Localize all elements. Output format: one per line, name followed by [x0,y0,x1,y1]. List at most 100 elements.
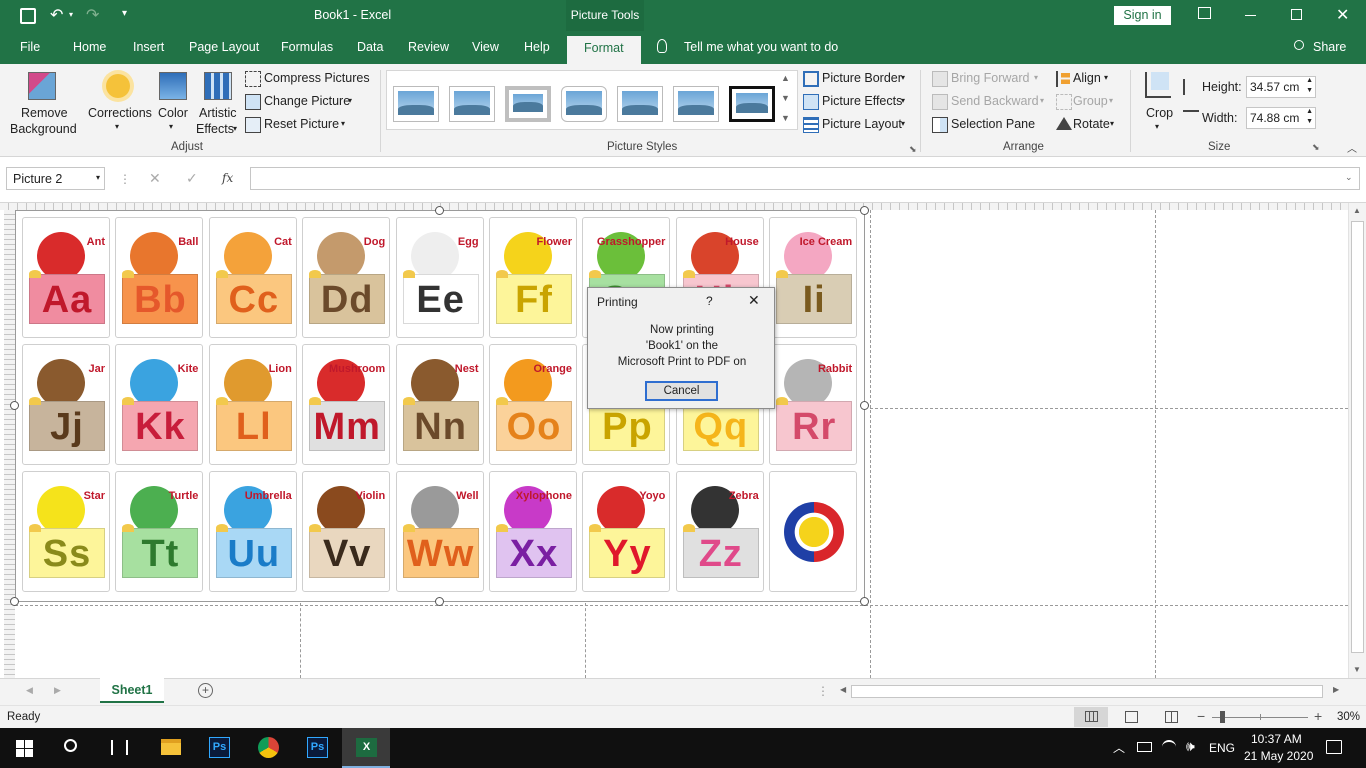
tab-format[interactable]: Format [567,36,641,65]
add-sheet-icon[interactable]: + [198,683,213,698]
task-view-icon[interactable] [111,740,128,755]
align-button[interactable]: Align ▾ [1056,70,1118,88]
size-launcher-icon[interactable]: ⬊ [1312,142,1320,153]
gallery-scroll-up-icon[interactable]: ▲ [781,73,790,83]
bring-forward-button[interactable]: Bring Forward ▾ [932,70,1047,88]
lightbulb-icon[interactable] [657,39,667,53]
name-box[interactable]: Picture 2 ▾ [6,167,105,190]
undo-dropdown-icon[interactable]: ▾ [69,10,73,19]
tab-split-handle[interactable]: ⋮ [817,684,829,698]
normal-view-button[interactable] [1074,707,1108,727]
picture-style-2[interactable] [449,86,495,122]
height-input[interactable]: 34.57 cm ▲ ▼ [1246,76,1316,98]
picture-style-4[interactable] [561,86,607,122]
search-icon[interactable] [64,739,77,752]
zoom-slider-thumb[interactable] [1220,711,1225,723]
restore-icon[interactable] [1291,9,1302,20]
change-picture-button[interactable]: Change Picture ▾ [245,93,373,111]
ribbon-display-icon[interactable] [1198,7,1211,19]
page-layout-view-icon[interactable] [1125,711,1138,723]
gallery-more-icon[interactable]: ▼ [781,113,790,123]
enter-entry-icon[interactable]: ✓ [186,170,198,187]
horizontal-scrollbar[interactable]: ◀ ▶ [836,684,1346,699]
redo-icon[interactable]: ↷ [86,5,99,25]
send-backward-button[interactable]: Send Backward ▾ [932,93,1047,111]
tab-view[interactable]: View [472,40,499,54]
photoshop-icon[interactable]: Ps [209,737,230,758]
worksheet-area[interactable]: Ant Aa Ball Bb Cat Cc Dog Dd Egg Ee Flower Ff Grassh… [0,203,1366,678]
sheet-tab-sheet1[interactable]: Sheet1 [100,678,164,703]
picture-layout-button[interactable]: Picture Layout ▾ [803,116,913,134]
share-icon[interactable] [1294,40,1304,50]
sheet-next-icon[interactable]: ▶ [54,685,61,696]
picture-style-1[interactable] [393,86,439,122]
resize-handle[interactable] [10,401,19,410]
dialog-help-button[interactable]: ? [706,294,713,308]
height-spin-down-icon[interactable]: ▼ [1306,87,1313,94]
corrections-button[interactable]: Corrections ▾ [86,68,152,140]
notifications-icon[interactable] [1326,740,1342,754]
width-spin-down-icon[interactable]: ▼ [1306,118,1313,125]
collapse-ribbon-icon[interactable]: ︿ [1347,140,1357,155]
zoom-level[interactable]: 30% [1337,711,1360,723]
rotate-button[interactable]: Rotate ▾ [1056,116,1118,134]
formula-input[interactable] [250,167,1360,190]
dialog-close-icon[interactable]: ✕ [748,292,760,309]
resize-handle[interactable] [860,597,869,606]
expand-formula-icon[interactable]: ⌄ [1345,172,1353,183]
file-explorer-icon[interactable] [161,739,181,755]
tab-insert[interactable]: Insert [133,40,164,54]
vertical-scrollbar[interactable]: ▲ ▼ [1348,203,1366,678]
resize-handle[interactable] [10,597,19,606]
artistic-effects-button[interactable]: Artistic Effects ▾ [195,68,241,140]
picture-styles-launcher-icon[interactable]: ⬊ [909,144,917,155]
insert-function-icon[interactable]: fx [222,171,233,185]
vertical-scroll-thumb[interactable] [1351,221,1364,653]
scroll-left-icon[interactable]: ◀ [840,685,846,694]
chrome-icon[interactable] [258,737,279,758]
clock-date[interactable]: 21 May 2020 [1244,749,1313,763]
height-spin-up-icon[interactable]: ▲ [1306,77,1313,84]
formula-more-icon[interactable]: ⋮ [119,172,131,186]
resize-handle[interactable] [860,401,869,410]
tab-help[interactable]: Help [524,40,550,54]
tell-me-search[interactable]: Tell me what you want to do [684,40,838,54]
resize-handle[interactable] [435,597,444,606]
crop-button[interactable]: Crop ▾ [1138,68,1178,140]
gallery-scroll-down-icon[interactable]: ▼ [781,93,790,103]
zoom-in-icon[interactable]: + [1314,708,1322,724]
tab-file[interactable]: File [20,40,40,54]
name-box-dropdown-icon[interactable]: ▾ [96,173,100,182]
undo-icon[interactable]: ↶ [50,5,63,25]
tab-data[interactable]: Data [357,40,383,54]
picture-style-7[interactable] [729,86,775,122]
sign-in-button[interactable]: Sign in [1114,6,1171,25]
tab-formulas[interactable]: Formulas [281,40,333,54]
cancel-entry-icon[interactable]: ✕ [149,170,161,187]
zoom-out-icon[interactable]: − [1197,708,1205,724]
resize-handle[interactable] [860,206,869,215]
compress-pictures-button[interactable]: Compress Pictures [245,70,373,88]
width-input[interactable]: 74.88 cm ▲ ▼ [1246,107,1316,129]
page-break-preview-icon[interactable] [1165,711,1178,723]
picture-style-6[interactable] [673,86,719,122]
horizontal-scroll-thumb[interactable] [851,685,1323,698]
tray-chevron-icon[interactable]: ︿ [1113,739,1125,756]
clock-time[interactable]: 10:37 AM [1251,732,1302,746]
picture-style-5[interactable] [617,86,663,122]
picture-effects-button[interactable]: Picture Effects ▾ [803,93,913,111]
reset-picture-button[interactable]: Reset Picture ▾ [245,116,373,134]
photoshop-icon[interactable]: Ps [307,737,328,758]
color-button[interactable]: Color ▾ [155,68,191,140]
tab-page-layout[interactable]: Page Layout [189,40,259,54]
width-spin-up-icon[interactable]: ▲ [1306,108,1313,115]
picture-style-3[interactable] [505,86,551,122]
close-icon[interactable]: ✕ [1336,5,1349,25]
excel-taskbar-button[interactable]: X [342,728,390,768]
language-indicator[interactable]: ENG [1209,741,1235,755]
minimize-icon[interactable] [1245,15,1256,16]
wifi-icon[interactable] [1162,740,1176,754]
tab-home[interactable]: Home [73,40,106,54]
picture-styles-gallery[interactable]: ▲ ▼ ▼ [386,70,798,130]
tab-review[interactable]: Review [408,40,449,54]
